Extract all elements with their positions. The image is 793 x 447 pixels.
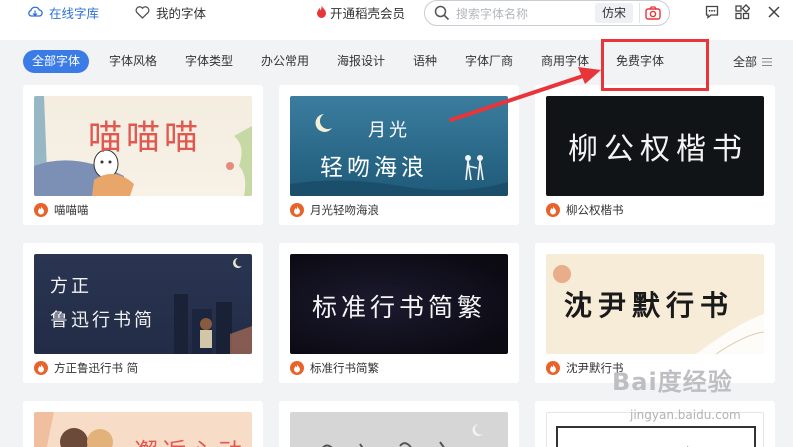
vip-link[interactable]: 开通稻壳会员: [316, 0, 405, 24]
font-preview: [290, 412, 508, 447]
search-box: 搜索字体名称 仿宋: [424, 0, 670, 26]
font-preview-text: 柳公权楷书: [568, 132, 748, 167]
my-fonts-label: 我的字体: [156, 5, 207, 21]
search-input[interactable]: 搜索字体名称: [456, 5, 595, 22]
my-fonts-tab[interactable]: 我的字体: [135, 0, 206, 24]
font-preview: 方正 鲁迅行书简: [34, 254, 252, 354]
tab-language[interactable]: 语种: [404, 50, 446, 73]
wps-badge-icon: [34, 203, 48, 217]
camera-search-button[interactable]: [639, 3, 661, 23]
close-icon: [768, 6, 780, 18]
font-card[interactable]: 邂逅心动: [23, 401, 263, 447]
font-preview: 柳公权楷书: [546, 96, 764, 196]
font-preview-text: 喵喵喵: [88, 118, 202, 158]
font-preview: 喵喵喵: [34, 96, 252, 196]
font-preview: 沈尹默行书: [546, 254, 764, 354]
font-name: 月光轻吻海浪: [290, 202, 379, 218]
font-preview: 邂逅心动: [34, 412, 252, 447]
wps-badge-icon: [546, 203, 560, 217]
font-card[interactable]: 标准行书简繁 标准行书简繁: [279, 243, 519, 383]
moon-illustration: [322, 424, 483, 447]
font-card[interactable]: [279, 401, 519, 447]
tab-vendor[interactable]: 字体厂商: [456, 50, 522, 73]
wps-badge-icon: [546, 361, 560, 375]
font-preview-text: 标准行书简繁: [312, 293, 487, 322]
tab-font-type[interactable]: 字体类型: [176, 50, 242, 73]
font-card[interactable]: 方正 鲁迅行书简 方正鲁迅行书 简: [23, 243, 263, 383]
font-preview-text: 鲁迅行书简: [50, 310, 155, 331]
tab-all-fonts[interactable]: 全部字体: [23, 50, 90, 73]
search-icon: [434, 5, 450, 21]
font-card[interactable]: 月光 轻吻海浪 月光轻吻海浪: [279, 85, 519, 225]
tab-poster[interactable]: 海报设计: [328, 50, 394, 73]
font-preview: 标准行书简繁: [290, 254, 508, 354]
apps-button[interactable]: [734, 4, 750, 20]
flame-icon: [317, 5, 326, 18]
watermark-url: jingyan.baidu.com: [630, 408, 741, 422]
font-preview: 月光 轻吻海浪: [290, 96, 508, 196]
online-library-label: 在线字库: [49, 5, 100, 21]
font-preview-text: 轻吻海浪: [320, 155, 428, 181]
font-preview-text: 方正: [50, 276, 92, 297]
font-name-label: 柳公权楷书: [566, 203, 624, 217]
camera-icon: [644, 6, 661, 20]
top-bar: 在线字库 我的字体 开通稻壳会员 搜索字体名称 仿宋: [0, 0, 793, 40]
menu-icon: [762, 57, 773, 66]
message-button[interactable]: [704, 4, 720, 20]
wps-badge-icon: [290, 203, 304, 217]
baidu-watermark: Bai度经验 jingyan.baidu.com: [610, 358, 790, 446]
online-library-tab[interactable]: 在线字库: [27, 0, 99, 24]
tab-office[interactable]: 办公常用: [252, 50, 318, 73]
font-name: 标准行书简繁: [290, 360, 379, 376]
wps-badge-icon: [290, 361, 304, 375]
chat-icon: [705, 5, 719, 19]
font-name: 喵喵喵: [34, 202, 89, 218]
grid-icon: [735, 4, 750, 20]
font-card[interactable]: 柳公权楷书 柳公权楷书: [535, 85, 775, 225]
font-name: 柳公权楷书: [546, 202, 624, 218]
cloud-icon: [28, 6, 43, 17]
all-categories-button[interactable]: 全部: [733, 50, 773, 73]
vip-label: 开通稻壳会员: [330, 5, 406, 21]
tab-commercial[interactable]: 商用字体: [532, 50, 598, 73]
font-name: 方正鲁迅行书 简: [34, 360, 138, 376]
imitate-font-button[interactable]: 仿宋: [594, 3, 633, 23]
night-city-illustration: [174, 258, 252, 354]
watermark-logo: Bai度经验: [612, 368, 733, 396]
font-name-label: 方正鲁迅行书 简: [54, 361, 139, 375]
wps-badge-icon: [34, 361, 48, 375]
font-name-label: 标准行书简繁: [310, 361, 379, 375]
close-button[interactable]: [766, 4, 782, 20]
font-preview-text: 月光: [368, 120, 410, 141]
all-categories-label: 全部: [733, 55, 758, 69]
highlight-box: [601, 39, 709, 91]
font-card[interactable]: 喵喵喵 喵喵喵: [23, 85, 263, 225]
font-preview-text: 邂逅心动: [134, 432, 246, 447]
font-name-label: 喵喵喵: [54, 203, 89, 217]
heart-icon: [135, 5, 150, 19]
font-name-label: 月光轻吻海浪: [310, 203, 379, 217]
font-preview-text: 沈尹默行书: [564, 289, 735, 322]
tab-font-style[interactable]: 字体风格: [100, 50, 166, 73]
